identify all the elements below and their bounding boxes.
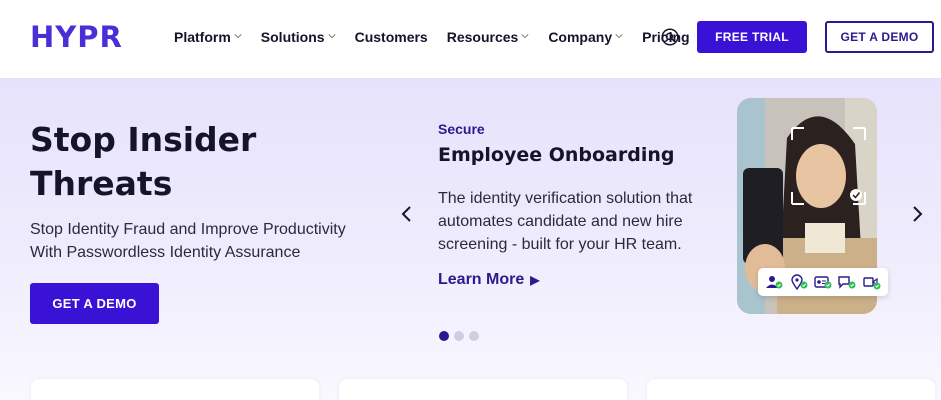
nav-resources[interactable]: Resources	[447, 29, 530, 45]
hero-section: Stop Insider Threats Stop Identity Fraud…	[0, 78, 941, 400]
feature-card-3	[647, 379, 935, 400]
get-demo-header-button[interactable]: GET A DEMO	[825, 21, 934, 53]
nav-solutions[interactable]: Solutions	[261, 29, 336, 45]
carousel-dot-2[interactable]	[454, 331, 464, 341]
play-arrow-icon: ▶	[530, 273, 540, 287]
nav-label: Solutions	[260, 29, 325, 45]
chevron-down-icon	[521, 33, 529, 38]
user-check-icon	[766, 276, 783, 289]
carousel-next-arrow-icon[interactable]	[907, 202, 927, 226]
nav-label: Resources	[446, 29, 519, 45]
feature-card-1	[31, 379, 319, 400]
id-card-check-icon	[814, 276, 832, 289]
nav-customers[interactable]: Customers	[355, 29, 428, 45]
learn-more-label: Learn More	[438, 271, 525, 288]
nav-label: Company	[548, 29, 613, 45]
hypr-logo[interactable]: HYPR	[30, 20, 123, 54]
video-check-icon	[863, 277, 881, 290]
free-trial-button[interactable]: FREE TRIAL	[697, 21, 807, 53]
get-demo-hero-button[interactable]: GET A DEMO	[30, 283, 159, 324]
chevron-down-icon	[234, 33, 242, 38]
logo-text: HYPR	[30, 20, 123, 54]
carousel-dot-3[interactable]	[469, 331, 479, 341]
learn-more-link[interactable]: Learn More ▶	[438, 271, 539, 289]
nav-label: Platform	[174, 29, 231, 45]
hero-title: Stop Insider Threats	[30, 120, 257, 203]
carousel-prev-arrow-icon[interactable]	[397, 202, 417, 226]
feature-card-2	[339, 379, 627, 400]
slide-title: Employee Onboarding	[438, 144, 675, 166]
carousel-pagination	[439, 331, 484, 341]
slide-eyebrow: Secure	[438, 121, 485, 137]
verification-badges	[758, 268, 888, 296]
location-check-icon	[790, 274, 808, 290]
hero-subtitle: Stop Identity Fraud and Improve Producti…	[30, 221, 346, 261]
nav-company[interactable]: Company	[548, 29, 623, 45]
chevron-down-icon	[328, 33, 336, 38]
chat-check-icon	[838, 276, 856, 289]
slide-description: The identity verification solution that …	[438, 190, 693, 253]
chevron-down-icon	[615, 33, 623, 38]
site-header: HYPR Platform Solutions Customers Resour…	[0, 0, 941, 78]
search-icon[interactable]	[661, 28, 679, 46]
nav-platform[interactable]: Platform	[174, 29, 242, 45]
carousel-dot-1[interactable]	[439, 331, 449, 341]
main-nav: Platform Solutions Customers Resources C…	[174, 26, 709, 48]
nav-label: Customers	[354, 29, 428, 45]
